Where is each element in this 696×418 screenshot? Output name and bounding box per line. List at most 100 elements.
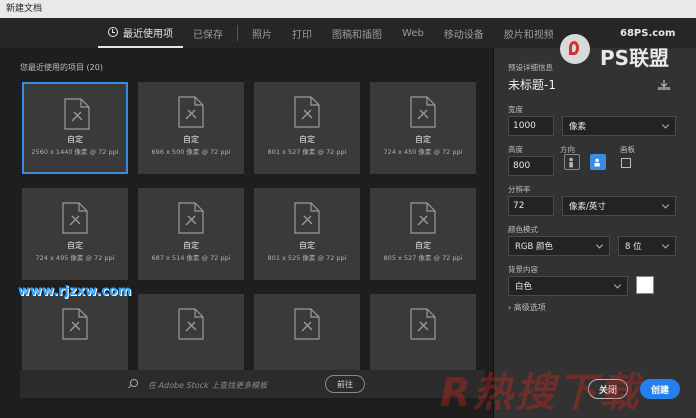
save-preset-icon[interactable]	[658, 80, 670, 90]
background-label: 背景内容	[508, 265, 538, 274]
card-name: 自定	[299, 241, 315, 250]
background-color-swatch[interactable]	[636, 276, 654, 294]
resolution-unit-value: 像素/英寸	[569, 202, 606, 212]
document-icon	[410, 96, 436, 128]
tab-mobile[interactable]: 移动设备	[434, 18, 494, 48]
recent-heading: 您最近使用的项目 (20)	[20, 62, 103, 73]
watermark-ps-brand: PS联盟	[600, 46, 670, 70]
document-icon	[294, 308, 320, 340]
artboard-checkbox[interactable]	[621, 158, 631, 168]
recent-count: (20)	[86, 63, 103, 72]
document-icon	[178, 308, 204, 340]
background-select[interactable]: 白色	[508, 276, 628, 296]
recent-document-card[interactable]: 自定 696 x 500 像素 @ 72 ppi	[138, 82, 244, 174]
landscape-icon	[594, 158, 600, 167]
color-mode-value: RGB 颜色	[515, 242, 554, 252]
stock-search-input[interactable]	[146, 374, 320, 396]
card-dimensions: 2560 x 1440 像素 @ 72 ppi	[31, 148, 119, 156]
card-name: 自定	[183, 241, 199, 250]
width-value: 1000	[513, 121, 536, 131]
card-name: 自定	[67, 135, 83, 144]
document-icon	[62, 308, 88, 340]
width-unit-value: 像素	[569, 122, 587, 132]
recent-document-card[interactable]: 自定 724 x 495 像素 @ 72 ppi	[22, 188, 128, 280]
width-unit-select[interactable]: 像素	[562, 116, 676, 136]
ps-logo-icon	[560, 34, 590, 64]
resolution-unit-select[interactable]: 像素/英寸	[562, 196, 676, 216]
advanced-options-toggle[interactable]: › 高级选项	[508, 302, 546, 313]
card-name: 自定	[415, 241, 431, 250]
tab-film-label: 胶片和视频	[503, 29, 554, 41]
tab-recent[interactable]: 最近使用项	[98, 18, 183, 48]
tab-mobile-label: 移动设备	[443, 29, 484, 41]
tab-photo[interactable]: 照片	[242, 18, 282, 48]
document-icon	[178, 96, 204, 128]
recent-document-card[interactable]: 自定 801 x 525 像素 @ 72 ppi	[254, 188, 360, 280]
document-icon	[294, 202, 320, 234]
height-field[interactable]: 800	[508, 156, 554, 176]
preset-section-label: 预设详细信息	[508, 63, 553, 72]
watermark-bottom: R热搜下载	[440, 370, 641, 416]
watermark-rjzxw: www.rjzxw.com	[18, 284, 132, 299]
card-name: 自定	[183, 135, 199, 144]
tab-photo-label: 照片	[252, 29, 272, 41]
recent-document-card[interactable]: 自定 724 x 450 像素 @ 72 ppi	[370, 82, 476, 174]
recent-pane: 您最近使用的项目 (20) 自定 2560 x 1440 像素 @ 72 ppi 自…	[0, 48, 493, 418]
card-dimensions: 801 x 527 像素 @ 72 ppi	[267, 148, 347, 156]
tab-divider	[237, 25, 238, 41]
document-icon	[294, 96, 320, 128]
tab-saved-label: 已保存	[193, 29, 223, 41]
watermark-68ps: 68PS.com	[620, 28, 676, 39]
tab-recent-label: 最近使用项	[123, 28, 173, 40]
tab-web[interactable]: Web	[392, 18, 434, 48]
tab-film-video[interactable]: 胶片和视频	[494, 18, 564, 48]
card-name: 自定	[67, 241, 83, 250]
background-value: 白色	[515, 282, 533, 292]
advanced-options-label: 高级选项	[513, 303, 546, 312]
document-icon	[62, 202, 88, 234]
document-title[interactable]: 未标题-1	[508, 76, 556, 93]
document-icon	[64, 98, 90, 130]
recent-document-card[interactable]: 自定 801 x 527 像素 @ 72 ppi	[254, 82, 360, 174]
bit-depth-value: 8 位	[625, 242, 642, 252]
resolution-field[interactable]: 72	[508, 196, 554, 216]
color-mode-label: 颜色模式	[508, 225, 538, 234]
resolution-value: 72	[513, 201, 525, 211]
create-button[interactable]: 创建	[640, 379, 680, 399]
height-value: 800	[513, 161, 531, 171]
tab-web-label: Web	[402, 27, 424, 39]
tab-art-illustration[interactable]: 图稿和插图	[322, 18, 392, 48]
color-mode-select[interactable]: RGB 颜色	[508, 236, 610, 256]
height-label: 高度	[508, 145, 523, 154]
recent-document-card[interactable]: 自定 805 x 527 像素 @ 72 ppi	[370, 188, 476, 280]
recent-document-card[interactable]: 自定 687 x 514 像素 @ 72 ppi	[138, 188, 244, 280]
document-icon	[410, 308, 436, 340]
search-icon	[130, 379, 138, 387]
clock-icon	[108, 27, 118, 37]
resolution-label: 分辨率	[508, 185, 531, 194]
tab-print[interactable]: 打印	[282, 18, 322, 48]
portrait-orientation-button[interactable]	[564, 154, 580, 170]
window-title: 新建文档	[0, 0, 696, 18]
card-dimensions: 724 x 450 像素 @ 72 ppi	[383, 148, 463, 156]
go-button[interactable]: 前往	[325, 375, 365, 393]
portrait-icon	[569, 157, 573, 168]
width-field[interactable]: 1000	[508, 116, 554, 136]
card-name: 自定	[299, 135, 315, 144]
tab-art-label: 图稿和插图	[332, 29, 382, 41]
document-icon	[410, 202, 436, 234]
artboard-label: 画板	[620, 145, 635, 154]
recent-document-card[interactable]: 自定 2560 x 1440 像素 @ 72 ppi	[22, 82, 128, 174]
recent-title: 您最近使用的项目	[20, 63, 84, 72]
tab-saved[interactable]: 已保存	[183, 18, 233, 48]
card-dimensions: 724 x 495 像素 @ 72 ppi	[35, 254, 115, 262]
card-dimensions: 801 x 525 像素 @ 72 ppi	[267, 254, 347, 262]
landscape-orientation-button[interactable]	[590, 154, 606, 170]
card-dimensions: 687 x 514 像素 @ 72 ppi	[151, 254, 231, 262]
card-dimensions: 805 x 527 像素 @ 72 ppi	[383, 254, 463, 262]
width-label: 宽度	[508, 105, 523, 114]
category-tabs: 最近使用项 已保存 照片 打印 图稿和插图 Web 移动设备 胶片和视频	[98, 18, 564, 48]
card-name: 自定	[415, 135, 431, 144]
tab-print-label: 打印	[292, 29, 312, 41]
bit-depth-select[interactable]: 8 位	[618, 236, 676, 256]
